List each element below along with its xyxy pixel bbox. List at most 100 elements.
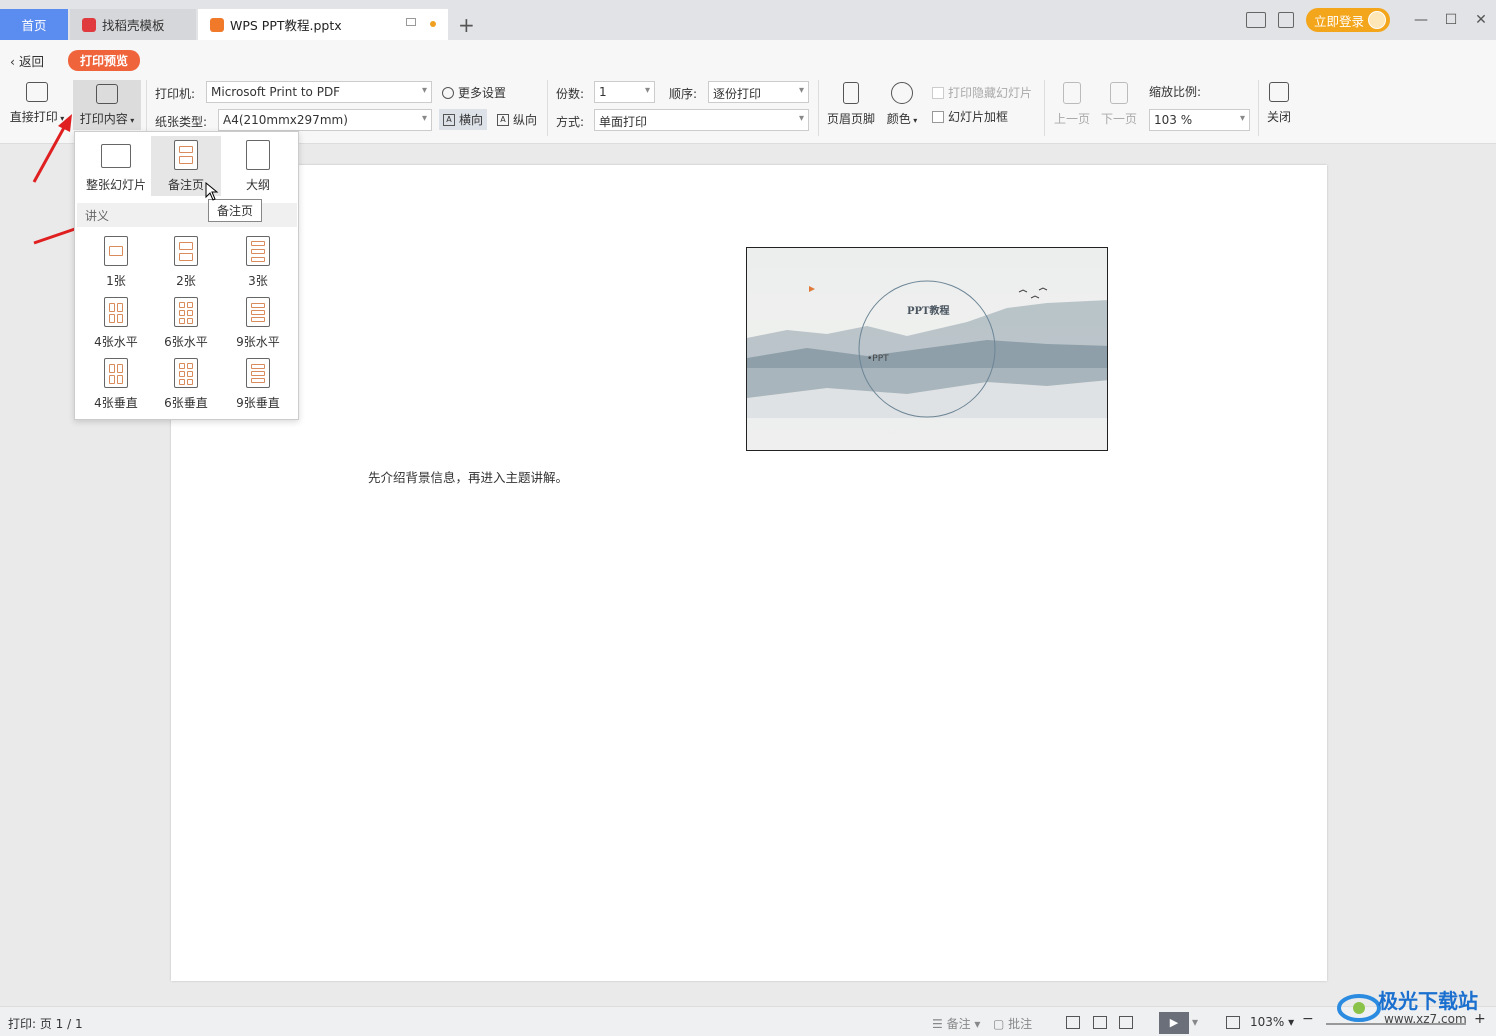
color-label: 颜色: [886, 112, 911, 126]
divider: [1258, 80, 1259, 136]
handout-6v-option[interactable]: 6张垂直: [151, 358, 221, 411]
slide-thumbnail: PPT教程 •PPT: [746, 247, 1108, 451]
portrait-label: 纵向: [513, 113, 538, 127]
handout-3-label: 3张: [248, 274, 268, 288]
order-select[interactable]: 逐份打印: [708, 81, 809, 103]
tooltip: 备注页: [208, 199, 263, 222]
portrait-icon: A: [497, 113, 509, 126]
minimize-icon[interactable]: —: [1406, 12, 1436, 28]
handout-2-option[interactable]: 2张: [151, 236, 221, 289]
handout-9h-option[interactable]: 9张水平: [223, 297, 293, 350]
checkbox-icon: [932, 86, 944, 99]
handout-6v-icon: [174, 358, 198, 388]
maximize-icon[interactable]: ☐: [1436, 12, 1466, 28]
slide-title: PPT教程: [907, 306, 950, 317]
zoom-percent[interactable]: 103% ▾: [1250, 1015, 1294, 1029]
slide-sorter-icon[interactable]: [1093, 1016, 1107, 1029]
handout-4h-icon: [104, 297, 128, 327]
caret-icon: ▾: [910, 116, 918, 125]
close-window-icon[interactable]: ✕: [1466, 12, 1496, 28]
print-hidden-slides-checkbox[interactable]: 打印隐藏幻灯片: [932, 84, 1032, 101]
prev-page-button[interactable]: 上一页: [1051, 82, 1093, 127]
add-tab-icon[interactable]: +: [458, 13, 475, 37]
layout-icon[interactable]: [1245, 12, 1266, 28]
handout-9h-label: 9张水平: [236, 335, 280, 349]
color-circles-icon: [891, 82, 913, 104]
avatar-icon: [1368, 11, 1386, 29]
titlebar-controls: 立即登录 — ☐ ✕: [1240, 8, 1496, 32]
landscape-button[interactable]: A 横向: [439, 109, 488, 130]
handout-6h-icon: [174, 297, 198, 327]
close-icon: [1269, 82, 1289, 102]
outline-label: 大纲: [245, 178, 270, 192]
login-button[interactable]: 立即登录: [1305, 8, 1390, 32]
notes-label: 备注: [946, 1017, 971, 1031]
fit-window-icon[interactable]: [1226, 1016, 1240, 1029]
play-options-caret-icon[interactable]: ▾: [1192, 1015, 1198, 1029]
notes-page-icon: [174, 140, 198, 170]
zoom-select[interactable]: 103 %: [1149, 109, 1250, 131]
handout-6h-option[interactable]: 6张水平: [151, 297, 221, 350]
more-settings-button[interactable]: 更多设置: [442, 84, 506, 101]
header-footer-button[interactable]: 页眉页脚: [824, 82, 878, 127]
divider: [1044, 80, 1045, 136]
handout-1-icon: [104, 236, 128, 266]
prev-page-label: 上一页: [1053, 112, 1090, 126]
slide-frame-label: 幻灯片加框: [948, 110, 1009, 124]
handout-4h-option[interactable]: 4张水平: [81, 297, 151, 350]
portrait-button[interactable]: A 纵向: [497, 111, 537, 128]
notes-icon: ☰: [932, 1017, 947, 1031]
handout-1-option[interactable]: 1张: [81, 236, 151, 289]
mouse-cursor-icon: [205, 182, 219, 201]
comments-toggle[interactable]: ▢ 批注: [993, 1015, 1032, 1032]
copies-stepper[interactable]: 1: [594, 81, 655, 103]
zoom-percent-label: 103%: [1250, 1015, 1285, 1029]
handout-4v-option[interactable]: 4张垂直: [81, 358, 151, 411]
outline-option[interactable]: 大纲: [223, 140, 293, 193]
handout-9v-icon: [246, 358, 270, 388]
handout-9v-option[interactable]: 9张垂直: [223, 358, 293, 411]
print-preview-page: PPT教程 •PPT 先介绍背景信息，再进入主题讲解。: [171, 165, 1327, 981]
mode-select[interactable]: 单面打印: [594, 109, 809, 131]
caret-icon: ▾: [970, 1017, 981, 1031]
handout-3-option[interactable]: 3张: [223, 236, 293, 289]
handouts-section-header: 讲义: [77, 203, 297, 227]
handout-2-icon: [174, 236, 198, 266]
color-button[interactable]: 颜色 ▾: [884, 82, 920, 127]
print-hidden-label: 打印隐藏幻灯片: [948, 86, 1033, 100]
close-label: 关闭: [1266, 110, 1291, 124]
reading-view-icon[interactable]: [1119, 1016, 1133, 1029]
handout-4v-label: 4张垂直: [94, 396, 138, 410]
status-bar: 打印: 页 1 / 1 ☰ 备注 ▾ ▢ 批注 ▶ ▾ 103% ▾ − +: [0, 1006, 1496, 1036]
mode-label: 方式:: [556, 115, 585, 129]
next-page-button[interactable]: 下一页: [1098, 82, 1140, 127]
handout-9v-label: 9张垂直: [236, 396, 280, 410]
more-settings-label: 更多设置: [458, 86, 507, 100]
play-slideshow-button[interactable]: ▶: [1159, 1012, 1189, 1034]
landscape-icon: A: [443, 113, 455, 126]
handout-9h-icon: [246, 297, 270, 327]
order-label: 顺序:: [669, 87, 698, 101]
handout-6h-label: 6张水平: [164, 335, 208, 349]
slide-frame-checkbox[interactable]: 幻灯片加框: [932, 108, 1008, 125]
play-icon: ▶: [1169, 1016, 1179, 1029]
watermark-brand: 极光下载站: [1378, 989, 1478, 1013]
next-page-icon: [1110, 82, 1128, 104]
prev-page-icon: [1063, 82, 1081, 104]
zoom-out-icon[interactable]: −: [1302, 1011, 1314, 1027]
normal-view-icon[interactable]: [1066, 1016, 1080, 1029]
handout-6v-label: 6张垂直: [164, 396, 208, 410]
zoom-label: 缩放比例:: [1149, 85, 1202, 99]
unsaved-dot-icon: [430, 21, 436, 27]
close-preview-button[interactable]: 关闭: [1262, 82, 1296, 125]
handout-2-label: 2张: [176, 274, 196, 288]
checkbox-icon: [932, 110, 944, 123]
monitor-icon[interactable]: [406, 18, 416, 26]
login-label: 立即登录: [1313, 13, 1364, 29]
apps-grid-icon[interactable]: [1277, 12, 1294, 28]
notes-text: 先介绍背景信息，再进入主题讲解。: [368, 470, 569, 485]
handout-4h-label: 4张水平: [94, 335, 138, 349]
watermark-logo-icon: [1337, 994, 1381, 1022]
whole-slide-option[interactable]: 整张幻灯片: [81, 140, 151, 193]
notes-toggle[interactable]: ☰ 备注 ▾: [932, 1015, 980, 1032]
